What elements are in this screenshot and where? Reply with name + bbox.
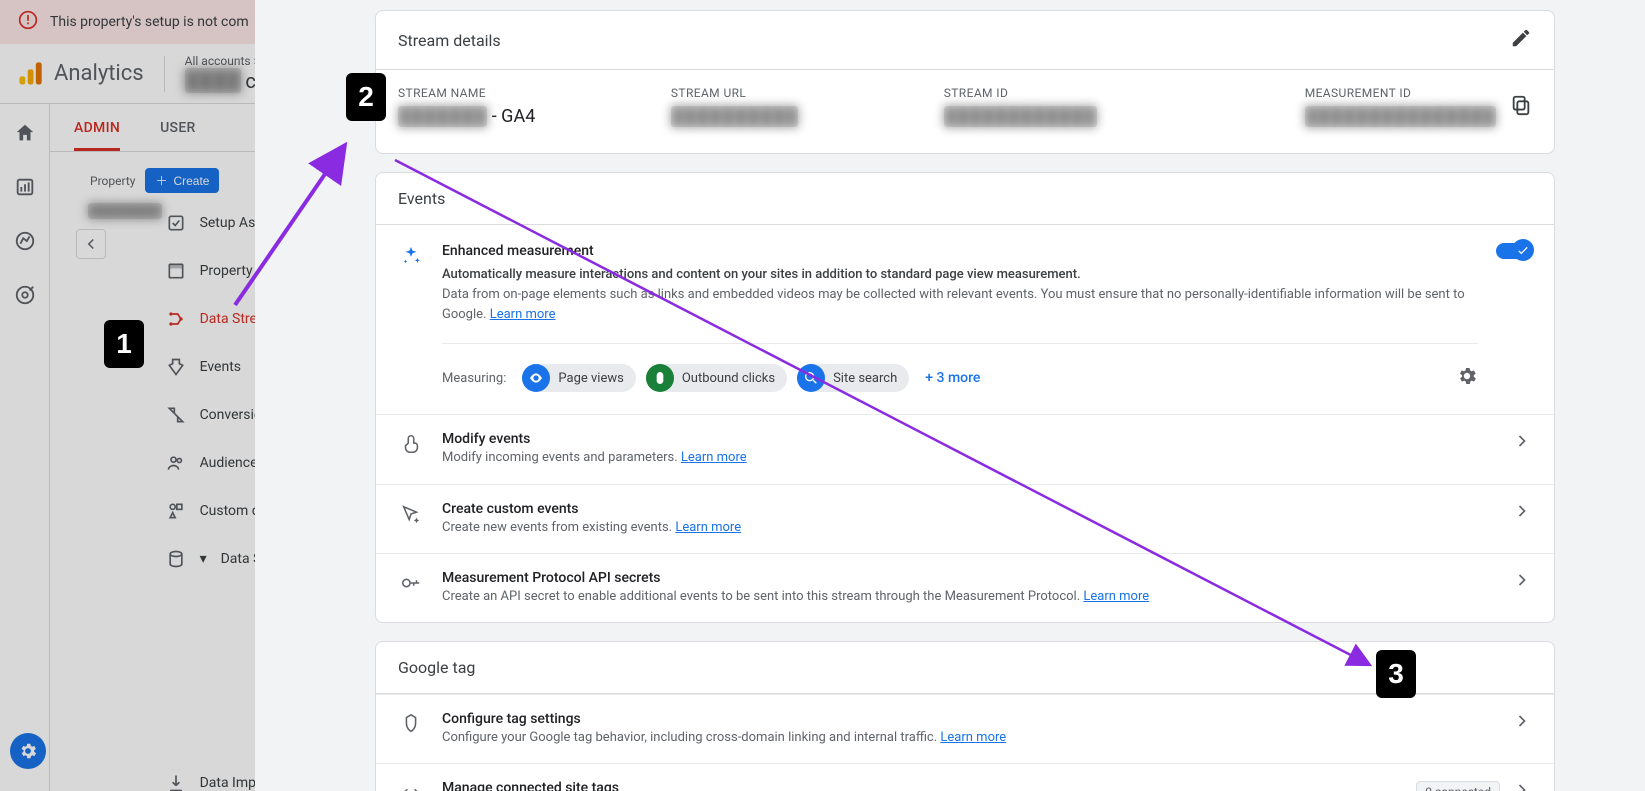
events-card: Events Enhanced measurement Automaticall… <box>375 172 1555 623</box>
row-desc: Configure your Google tag behavior, incl… <box>442 730 940 745</box>
row-title: Configure tag settings <box>442 711 1494 727</box>
em-learn-more-link[interactable]: Learn more <box>490 307 556 322</box>
chip-label: Site search <box>833 371 897 386</box>
chevron-right-icon <box>1512 711 1532 731</box>
em-desc-bold: Automatically measure interactions and c… <box>442 267 1081 282</box>
learn-more-link[interactable]: Learn more <box>675 520 741 535</box>
row-title: Measurement Protocol API secrets <box>442 570 1494 586</box>
row-desc: Create new events from existing events. <box>442 520 675 535</box>
chevron-right-icon <box>1512 431 1532 451</box>
measurement-id-blur: ███████████████ <box>1305 106 1496 127</box>
annotation-marker-3: 3 <box>1376 650 1416 698</box>
enhanced-measurement-toggle[interactable] <box>1496 243 1532 259</box>
row-title: Modify events <box>442 431 1494 447</box>
chip-page-views: Page views <box>522 364 635 392</box>
edit-stream-button[interactable] <box>1510 27 1532 53</box>
card-title: Stream details <box>398 31 501 50</box>
enhanced-measurement-title: Enhanced measurement <box>442 243 1478 259</box>
configure-tag-settings-row[interactable]: Configure tag settings Configure your Go… <box>376 694 1554 763</box>
stream-name-label: STREAM NAME <box>398 86 661 100</box>
annotation-number: 3 <box>1376 650 1416 698</box>
modify-events-row[interactable]: Modify events Modify incoming events and… <box>376 414 1554 483</box>
stream-name-value: - GA4 <box>487 106 535 127</box>
em-desc-text: Data from on-page elements such as links… <box>442 287 1465 322</box>
mouse-icon <box>646 364 674 392</box>
stream-id-blur: ████████████ <box>944 106 1097 127</box>
row-title: Manage connected site tags <box>442 780 1398 791</box>
annotation-number: 2 <box>346 73 386 121</box>
row-desc: Modify incoming events and parameters. <box>442 450 681 465</box>
stream-details-card: Stream details STREAM NAME ███████ - GA4… <box>375 10 1555 154</box>
annotation-marker-2: 2 <box>346 73 386 121</box>
chip-label: Page views <box>558 371 623 386</box>
chip-site-search: Site search <box>797 364 909 392</box>
tag-icon <box>398 711 424 735</box>
stream-details-panel: Stream details STREAM NAME ███████ - GA4… <box>255 0 1645 791</box>
key-icon <box>398 570 424 594</box>
touch-icon <box>398 431 424 455</box>
enhanced-measurement-settings-button[interactable] <box>1456 365 1478 391</box>
row-desc: Create an API secret to enable additiona… <box>442 589 1083 604</box>
learn-more-link[interactable]: Learn more <box>1083 589 1149 604</box>
measuring-label: Measuring: <box>442 371 506 386</box>
eye-icon <box>522 364 550 392</box>
card-title: Events <box>398 189 445 208</box>
copy-measurement-id-button[interactable] <box>1510 94 1532 120</box>
card-title: Google tag <box>398 658 475 677</box>
more-chips-link[interactable]: + 3 more <box>925 370 980 386</box>
cursor-sparkle-icon <box>398 501 424 525</box>
learn-more-link[interactable]: Learn more <box>940 730 1006 745</box>
stream-url-blur: ██████████ <box>671 106 799 127</box>
stream-id-label: STREAM ID <box>944 86 1207 100</box>
chip-label: Outbound clicks <box>682 371 775 386</box>
learn-more-link[interactable]: Learn more <box>681 450 747 465</box>
annotation-marker-1: 1 <box>104 320 144 368</box>
create-custom-events-row[interactable]: Create custom events Create new events f… <box>376 484 1554 553</box>
stream-name-blur: ███████ <box>398 106 487 127</box>
sparkle-icon <box>398 243 424 267</box>
chevron-right-icon <box>1512 501 1532 521</box>
connect-icon <box>398 780 424 791</box>
mp-api-secrets-row[interactable]: Measurement Protocol API secrets Create … <box>376 553 1554 622</box>
measurement-id-label: MEASUREMENT ID <box>1305 86 1496 100</box>
connected-count-badge: 0 connected <box>1416 781 1500 791</box>
stream-url-label: STREAM URL <box>671 86 934 100</box>
chip-outbound-clicks: Outbound clicks <box>646 364 787 392</box>
manage-connected-tags-row[interactable]: Manage connected site tags Load tags for… <box>376 763 1554 791</box>
annotation-number: 1 <box>104 320 144 368</box>
chevron-right-icon <box>1512 780 1532 791</box>
search-icon <box>797 364 825 392</box>
chevron-right-icon <box>1512 570 1532 590</box>
row-title: Create custom events <box>442 501 1494 517</box>
